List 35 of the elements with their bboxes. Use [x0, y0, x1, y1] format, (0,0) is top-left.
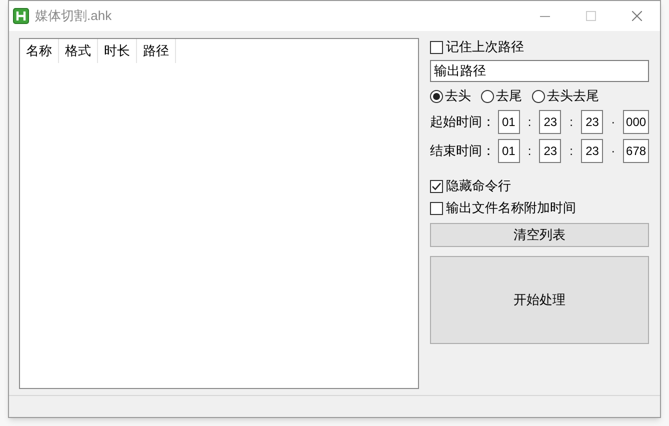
start-button[interactable]: 开始处理 [430, 256, 649, 344]
column-header[interactable]: 时长 [98, 39, 137, 63]
time-separator: · [610, 114, 616, 130]
time-separator: : [568, 142, 574, 160]
time-separator: : [526, 114, 532, 130]
time-separator: : [526, 142, 532, 160]
check-icon [431, 180, 442, 192]
time-field[interactable]: 23 [539, 138, 562, 162]
radio-button[interactable]: 去尾 [481, 86, 522, 106]
time-field[interactable]: 000 [623, 110, 649, 134]
app-icon [13, 8, 29, 24]
radio-button[interactable]: 去头去尾 [532, 86, 599, 106]
time-field[interactable]: 23 [581, 138, 604, 162]
time-field[interactable]: 01 [498, 110, 520, 134]
checkbox[interactable]: 记住上次路径 [430, 38, 649, 56]
output-path-field[interactable]: 输出路径 [430, 60, 649, 82]
file-list[interactable]: 名称 格式 时长 路径 [19, 38, 419, 389]
time-separator: : [568, 114, 574, 130]
time-field[interactable]: 23 [539, 110, 562, 134]
time-label: 结束时间： [430, 142, 496, 160]
column-header[interactable]: 路径 [137, 39, 176, 63]
time-label: 起始时间： [430, 112, 496, 131]
maximize-icon [586, 11, 596, 21]
column-header[interactable]: 名称 [20, 39, 59, 63]
time-field[interactable]: 678 [623, 138, 649, 162]
column-header[interactable]: 格式 [59, 39, 98, 63]
close-icon [632, 11, 642, 21]
checkbox[interactable]: 输出文件名称附加时间 [430, 199, 649, 217]
clear-list-button[interactable]: 清空列表 [430, 223, 649, 247]
window-title: 媒体切割.ahk [35, 7, 112, 26]
time-separator: · [610, 142, 616, 160]
checkbox[interactable]: 隐藏命令行 [430, 177, 649, 195]
radio-button[interactable]: 去头 [430, 86, 471, 106]
time-field[interactable]: 01 [498, 138, 520, 162]
time-field[interactable]: 23 [581, 110, 604, 134]
